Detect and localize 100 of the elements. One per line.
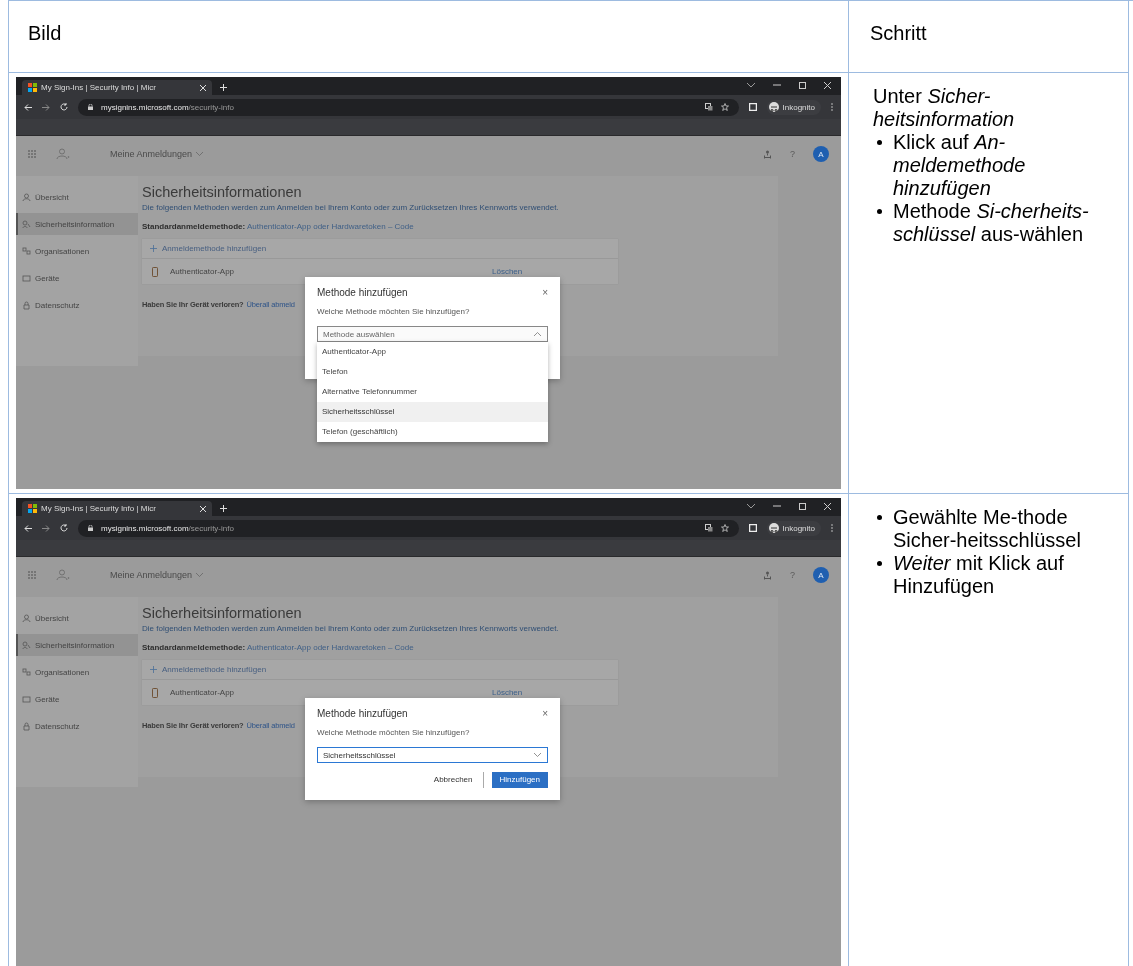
default-method-text: Standardanmeldemethode: Authenticator-App oder Hardwaretoken – Code [142,643,415,652]
close-icon[interactable] [824,81,831,89]
lock-icon [22,300,31,310]
column-header: Bild [28,22,62,44]
reload-icon[interactable] [60,103,68,111]
translate-icon[interactable] [704,103,713,111]
star-icon[interactable] [720,524,729,532]
app-menu-button[interactable]: Meine Anmeldungen [110,570,204,580]
screen-icon [22,273,31,283]
sidebar-item[interactable]: Organisationen [16,240,138,262]
description-text: Die folgenden Methoden werden zum Anmelden bei Ihrem Konto oder zum Zurücksetzen Ihres Kennworts verwendet. [142,624,560,633]
sidebar-item[interactable]: Datenschutz [16,715,138,737]
add-method-button[interactable]: Anmeldemethode hinzufügen [142,660,618,680]
windows-logo-icon [28,504,37,513]
person-logo-icon [56,569,70,581]
dropdown-option[interactable]: Telefon [317,362,548,382]
person-key-icon [22,640,31,650]
sidebar-item[interactable]: Übersicht [16,186,138,208]
sidebar-item[interactable]: Sicherheitsinformation [16,634,138,656]
sidebar-item[interactable]: Sicherheitsinformation [16,213,138,235]
close-icon[interactable] [200,505,206,512]
sidebar-item[interactable]: Datenschutz [16,294,138,316]
plus-icon [150,666,157,673]
incognito-icon [768,102,779,112]
help-button[interactable]: ? [790,570,795,580]
method-dropdown[interactable]: Sicherheitsschlüssel [317,747,548,763]
phone-icon [152,266,158,277]
sidebar-item[interactable]: Geräte [16,688,138,710]
step-text: Methode Si-cherheits-schlüssel aus-wählen [893,200,1090,246]
side-panel-icon[interactable] [748,103,757,111]
back-arrow-icon[interactable] [24,524,32,532]
address-field[interactable]: mysignins.microsoft.com/security-info [78,98,739,116]
sidebar-item[interactable]: Organisationen [16,661,138,683]
delete-link[interactable]: Löschen [492,688,523,697]
step-text: Weiter mit Klick auf Hinzufügen [893,552,1065,598]
url-text: mysignins.microsoft.com/security-info [101,523,234,533]
phone-icon [152,687,158,698]
dropdown-option[interactable]: Sicherheitsschlüssel [317,402,548,422]
maximize-icon[interactable] [799,502,806,510]
minimize-icon[interactable] [773,502,781,510]
add-method-button[interactable]: Anmeldemethode hinzufügen [142,239,618,259]
person-logo-icon [56,148,70,160]
close-button[interactable]: × [542,708,548,719]
step-text: Unter Sicher-heitsinformation [873,85,1016,131]
default-method-text: Standardanmeldemethode: Authenticator-App oder Hardwaretoken – Code [142,222,415,231]
dropdown-option[interactable]: Telefon (geschäftlich) [317,422,548,442]
avatar[interactable]: A [813,146,829,162]
plus-icon[interactable] [220,84,227,91]
step-text: Klick auf An-meldemethode hinzufügen [893,131,1027,200]
bullet-icon [877,209,882,214]
translate-icon[interactable] [704,524,713,532]
dialog-title: Methode hinzufügen [317,287,409,298]
close-button[interactable]: × [542,287,548,298]
add-button[interactable]: Hinzufügen [491,772,548,788]
squares-icon [22,667,31,677]
person-key-icon [22,219,31,229]
page-heading: Sicherheitsinformationen [142,605,303,621]
avatar[interactable]: A [813,567,829,583]
lock-icon [88,104,93,110]
windows-logo-icon [28,83,37,92]
profile-button[interactable]: Inkognito [766,99,821,115]
method-dropdown[interactable]: Methode auswählen [317,326,548,342]
bullet-icon [877,561,882,566]
description-text: Die folgenden Methoden werden zum Anmelden bei Ihrem Konto oder zum Zurücksetzen Ihres Kennworts verwendet. [142,203,560,212]
sidebar-item[interactable]: Übersicht [16,607,138,629]
browser-tab[interactable]: My Sign-Ins | Security Info | Micr [22,501,212,516]
dropdown-option[interactable]: Authenticator-App [317,342,548,362]
browser-tab[interactable]: My Sign-Ins | Security Info | Micr [22,80,212,95]
forward-arrow-icon[interactable] [42,524,50,532]
screen-icon [22,694,31,704]
address-field[interactable]: mysignins.microsoft.com/security-info [78,519,739,537]
person-icon [22,192,31,202]
sidebar-item[interactable]: Geräte [16,267,138,289]
profile-button[interactable]: Inkognito [766,520,821,536]
app-menu-button[interactable]: Meine Anmeldungen [110,149,204,159]
bullet-icon [877,140,882,145]
forward-arrow-icon[interactable] [42,103,50,111]
reload-icon[interactable] [60,524,68,532]
lock-icon [88,525,93,531]
tab-title: My Sign-Ins | Security Info | Micr [41,83,157,92]
dialog-prompt: Welche Methode möchten Sie hinzufügen? [317,728,471,737]
dropdown-option[interactable]: Alternative Telefonnummer [317,382,548,402]
page-heading: Sicherheitsinformationen [142,184,303,200]
side-panel-icon[interactable] [748,524,757,532]
minimize-icon[interactable] [773,81,781,89]
close-icon[interactable] [824,502,831,510]
star-icon[interactable] [720,103,729,111]
back-arrow-icon[interactable] [24,103,32,111]
plus-icon[interactable] [220,505,227,512]
lock-icon [22,721,31,731]
method-name: Authenticator-App [170,267,236,276]
person-icon [22,613,31,623]
tab-title: My Sign-Ins | Security Info | Micr [41,504,157,513]
help-button[interactable]: ? [790,149,795,159]
maximize-icon[interactable] [799,81,806,89]
column-header: Schritt [870,22,927,44]
incognito-icon [768,523,779,533]
close-icon[interactable] [200,84,206,91]
delete-link[interactable]: Löschen [492,267,523,276]
dialog-prompt: Welche Methode möchten Sie hinzufügen? [317,307,471,316]
